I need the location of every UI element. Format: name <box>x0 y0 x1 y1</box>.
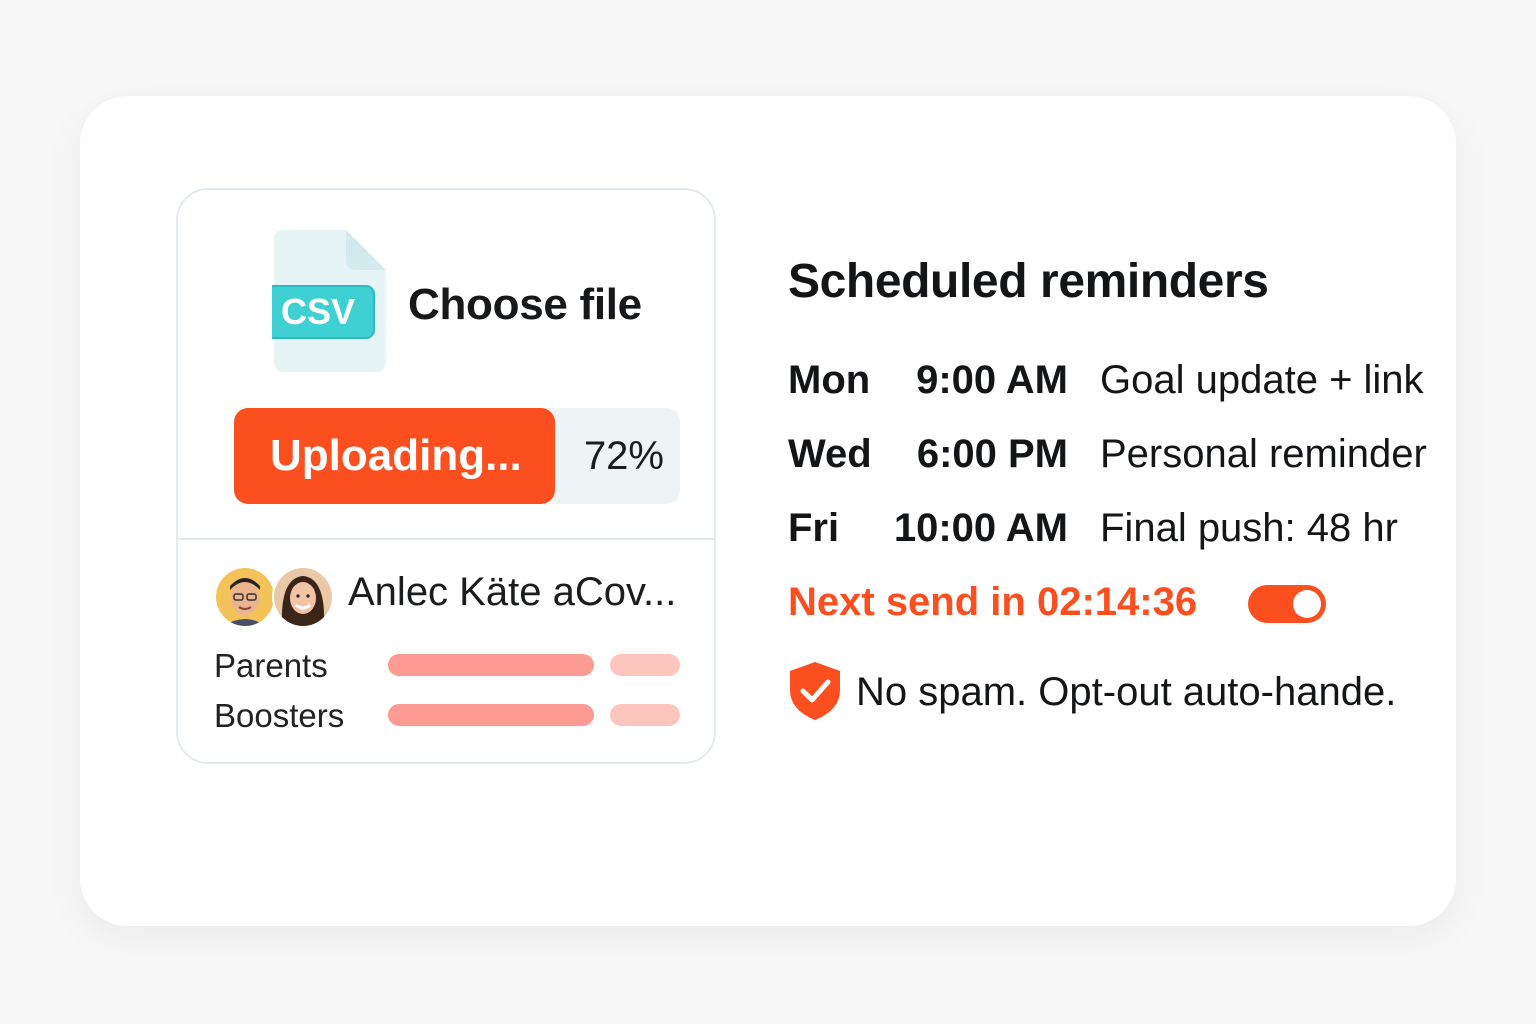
reminder-time: 6:00 PM <box>916 432 1068 476</box>
reminder-description: Final push: 48 hr <box>1100 506 1398 550</box>
avatar <box>214 566 276 628</box>
spam-note: No spam. Opt-out auto-hande. <box>856 670 1397 714</box>
group-bar-secondary <box>610 704 680 726</box>
divider <box>178 538 714 540</box>
reminder-day: Fri <box>788 506 840 550</box>
upload-percent: 72% <box>583 434 664 478</box>
reminder-description: Personal reminder <box>1100 432 1427 476</box>
reminder-row[interactable]: Wed 6:00 PM Personal reminder <box>788 426 1448 482</box>
group-row-parents[interactable]: Parents <box>214 646 694 686</box>
upload-progress-bar: Uploading... 72% <box>234 408 680 504</box>
reminders-toggle[interactable] <box>1248 585 1326 623</box>
next-send-countdown: Next send in 02:14:36 <box>788 580 1198 624</box>
toggle-knob <box>1293 590 1321 618</box>
upload-status-label: Uploading... <box>270 431 522 480</box>
group-bar <box>388 654 594 676</box>
reminder-description: Goal update + link <box>1100 358 1424 402</box>
reminder-day: Wed <box>788 432 872 476</box>
group-label: Parents <box>214 647 328 684</box>
choose-file-button[interactable]: Choose file <box>408 280 642 330</box>
group-bar-secondary <box>610 654 680 676</box>
reminder-time: 9:00 AM <box>916 358 1068 402</box>
reminder-row[interactable]: Mon 9:00 AM Goal update + link <box>788 352 1448 408</box>
shield-check-icon <box>788 660 842 722</box>
upload-progress-fill: Uploading... <box>234 408 556 504</box>
csv-upload-panel: CSV Choose file Uploading... 72% Anlec K… <box>176 188 716 764</box>
reminders-title: Scheduled reminders <box>788 255 1269 308</box>
avatar <box>272 566 334 628</box>
csv-file-icon[interactable]: CSV <box>261 230 386 372</box>
reminder-row[interactable]: Fri 10:00 AM Final push: 48 hr <box>788 500 1448 556</box>
group-bar <box>388 704 594 726</box>
reminder-day: Mon <box>788 358 871 402</box>
recipient-names[interactable]: Anlec Käte aCov... <box>348 570 676 615</box>
csv-badge-text: CSV <box>281 291 355 332</box>
group-row-boosters[interactable]: Boosters <box>214 696 694 736</box>
main-card: CSV Choose file Uploading... 72% Anlec K… <box>80 96 1456 926</box>
group-label: Boosters <box>214 697 345 734</box>
reminder-time: 10:00 AM <box>893 506 1068 550</box>
recipient-avatars <box>214 566 334 628</box>
